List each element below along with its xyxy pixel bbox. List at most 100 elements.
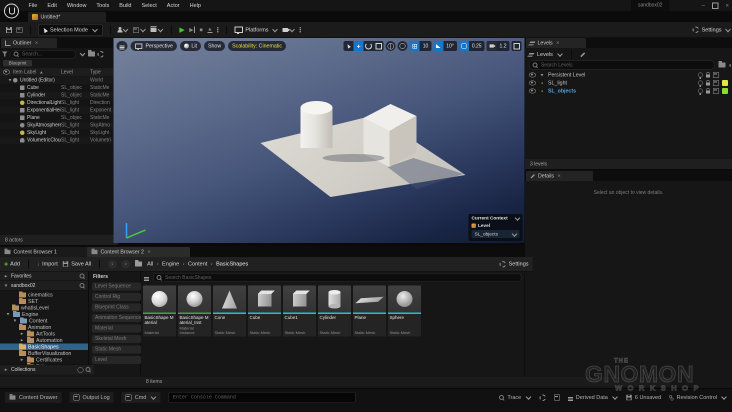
context-level-dropdown[interactable]: SL_objects (471, 230, 520, 238)
outliner-row-plane[interactable]: Plane SL_objec StaticMe (0, 114, 113, 122)
grid-snap-control[interactable]: 10 (409, 41, 432, 51)
surface-snap-toggle[interactable] (397, 41, 408, 51)
blueprints-dropdown[interactable] (132, 26, 146, 33)
lock-icon[interactable] (706, 88, 710, 94)
asset-sphere[interactable]: Sphere Static Mesh (388, 285, 421, 337)
content-browser-tab-1[interactable]: Content Browser 1 (0, 247, 94, 257)
menu-tools[interactable]: Tools (92, 3, 114, 9)
levels-tab[interactable]: Levels × (526, 38, 586, 48)
asset-cube1[interactable]: Cube1 Static Mesh (283, 285, 316, 337)
stop-button[interactable]: ■ (200, 27, 203, 33)
save-icon[interactable] (6, 26, 12, 33)
close-icon[interactable]: × (35, 40, 38, 46)
blueprint-icon[interactable] (713, 80, 719, 86)
visibility-eye-icon[interactable] (529, 88, 536, 94)
menu-select[interactable]: Select (137, 3, 161, 9)
outliner-row-cube[interactable]: Cube SL_objec StaticMe (0, 84, 113, 92)
folder-icon[interactable] (88, 50, 95, 57)
content-drawer-button[interactable]: Content Drawer (5, 392, 62, 403)
levels-search-input[interactable] (540, 61, 711, 69)
filter-level[interactable]: Level (92, 356, 141, 364)
rotate-tool-button[interactable] (364, 41, 374, 51)
lit-dropdown[interactable]: Lit (179, 41, 201, 51)
maximize-viewport-button[interactable] (511, 41, 522, 51)
assets-search[interactable] (153, 273, 522, 282)
import-button[interactable]: ↓ Import (37, 261, 58, 267)
breadcrumb-content[interactable]: Content (188, 261, 207, 267)
revision-control-dropdown[interactable]: Revision Control (669, 394, 727, 401)
outliner-row-world[interactable]: ▾ Untitled (Editor) World (0, 76, 113, 84)
filter-level-sequence[interactable]: Level Sequence (92, 282, 141, 291)
outliner-row-cylinder[interactable]: Cylinder SL_objec StaticMe (0, 91, 113, 99)
document-tab-untitled[interactable]: Untitled* (28, 12, 106, 22)
content-browser-tab-2[interactable]: Content Browser 2 × (87, 247, 190, 257)
asset-cube[interactable]: Cube Static Mesh (248, 285, 281, 337)
maximize-button[interactable] (711, 2, 719, 9)
add-collection-icon[interactable] (77, 366, 84, 373)
platforms-dropdown[interactable]: Platforms (234, 26, 278, 34)
asset-plane[interactable]: Plane Static Mesh (353, 285, 386, 337)
viewport[interactable]: Perspective Lit Show Scalability: Cinema… (113, 38, 525, 243)
visibility-eye-icon[interactable] (529, 80, 536, 86)
play-button[interactable]: ▶ (179, 26, 184, 35)
level-row-sl-objects[interactable]: ● SL_objects (525, 87, 732, 95)
outliner-settings-icon[interactable] (97, 50, 104, 58)
lighting-scenario-icon[interactable] (698, 72, 703, 79)
perspective-dropdown[interactable]: Perspective (130, 41, 177, 51)
scalability-warning-button[interactable]: Scalability: Cinematic (228, 41, 287, 51)
blueprint-icon[interactable] (713, 88, 719, 94)
filter-static-mesh[interactable]: Static Mesh (92, 345, 141, 354)
close-button[interactable]: × (725, 2, 729, 9)
outliner-tab[interactable]: Outliner × (1, 38, 57, 48)
menu-help[interactable]: Help (185, 3, 205, 9)
rotation-snap-control[interactable]: 10° (433, 41, 457, 51)
unsaved-button[interactable]: 6 Unsaved (626, 395, 661, 401)
column-type[interactable]: Type (90, 69, 113, 75)
filter-skeletal-mesh[interactable]: Skeletal Mesh (92, 335, 141, 343)
status-settings-icon[interactable] (539, 394, 546, 401)
search-icon[interactable] (79, 282, 86, 289)
folder-icon[interactable] (718, 61, 726, 68)
menu-actor[interactable]: Actor (162, 3, 184, 9)
asset-basicshape-material-inst[interactable]: BasicShape Material_Inst Material Instanc… (178, 285, 211, 337)
world-space-toggle[interactable] (385, 41, 396, 51)
content-browser-settings[interactable]: Settings (499, 260, 529, 268)
lock-icon[interactable] (706, 80, 710, 86)
breadcrumb-basicshapes[interactable]: BasicShapes (216, 261, 248, 267)
collections-header[interactable]: ▸ Collections (0, 364, 94, 375)
cinematics-dropdown[interactable] (150, 26, 164, 33)
select-tool-button[interactable] (344, 41, 354, 51)
outliner-row-skylight[interactable]: SkyLight SL_light SkyLight (0, 129, 113, 137)
blueprint-icon[interactable] (713, 72, 719, 78)
menu-build[interactable]: Build (115, 3, 136, 9)
level-row-sl-light[interactable]: ● SL_light (525, 79, 732, 87)
column-item-label[interactable]: Item Label (13, 69, 36, 75)
close-icon[interactable]: × (558, 173, 561, 179)
status-fps-icon[interactable] (553, 394, 560, 401)
blueprint-filter-chip[interactable]: Blueprint (3, 60, 32, 67)
outliner-search-input[interactable] (21, 50, 73, 58)
outliner-search[interactable] (10, 49, 76, 59)
menu-edit[interactable]: Edit (43, 3, 61, 9)
editor-settings-dropdown[interactable]: Settings (692, 26, 732, 33)
current-context-header[interactable]: Current Context (468, 214, 523, 222)
menu-window[interactable]: Window (62, 3, 91, 9)
levels-menu-button[interactable]: Levels (528, 51, 563, 58)
lighting-scenario-icon[interactable] (698, 80, 703, 87)
outliner-row-exponentialheightfog[interactable]: ExponentialHeighSL_lightExponent (0, 106, 113, 114)
filter-blueprint-class[interactable]: Blueprint Class (92, 303, 141, 312)
edit-level-icon[interactable] (580, 52, 586, 57)
back-button[interactable]: ‹ (108, 259, 117, 269)
lighting-scenario-icon[interactable] (698, 88, 703, 95)
search-options-chevron-icon[interactable] (79, 50, 86, 57)
search-icon[interactable] (79, 273, 86, 279)
scale-tool-button[interactable] (374, 41, 384, 51)
derived-data-dropdown[interactable]: Derived Data (567, 394, 618, 401)
filter-animation-sequence[interactable]: Animation Sequence (92, 314, 141, 322)
console-command[interactable] (168, 392, 356, 403)
toolbar-kebab-icon[interactable] (299, 27, 302, 29)
close-icon[interactable]: × (147, 249, 150, 255)
output-log-button[interactable]: Output Log (69, 392, 114, 403)
asset-basicshape-material[interactable]: BasicShape Material Material (143, 285, 176, 337)
column-level[interactable]: Level (61, 69, 90, 75)
